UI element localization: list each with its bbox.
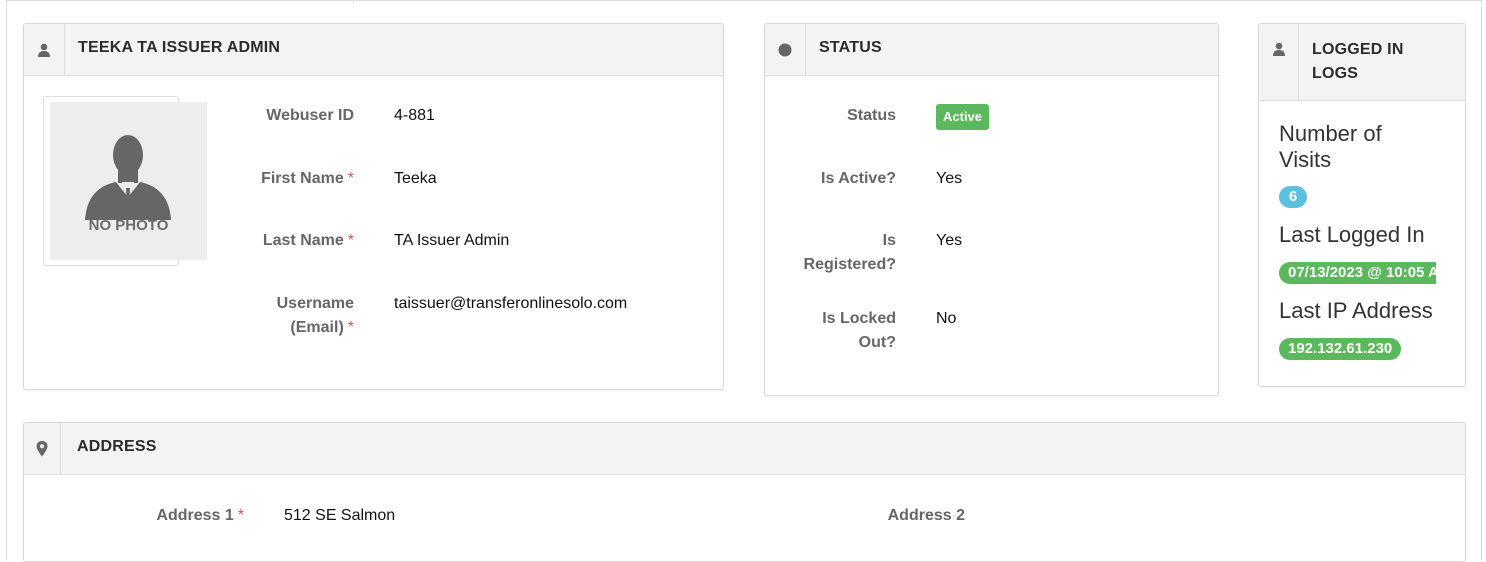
is-locked-label: Is Locked Out? bbox=[822, 310, 896, 351]
last-ip-badge: 192.132.61.230 bbox=[1279, 338, 1402, 360]
status-panel-header: STATUS bbox=[765, 24, 1218, 76]
username-value: taissuer@transferonlinesolo.com bbox=[394, 295, 628, 312]
logs-panel: LOGGED IN LOGS Number of Visits 6 Last L… bbox=[1258, 23, 1466, 387]
status-badge: Active bbox=[936, 104, 990, 130]
is-active-value: Yes bbox=[936, 170, 963, 187]
address-panel: ADDRESS Address 1 * 512 SE Salmon Address… bbox=[23, 422, 1466, 562]
last-logged-badge: 07/13/2023 @ 10:05 A bbox=[1279, 262, 1436, 284]
visits-count-badge: 6 bbox=[1279, 186, 1307, 208]
person-silhouette-icon bbox=[85, 135, 171, 220]
no-photo-label: NO PHOTO bbox=[88, 217, 169, 234]
webuser-id-label: Webuser ID bbox=[266, 107, 354, 124]
is-registered-label: Is Registered? bbox=[803, 232, 896, 273]
profile-header-icon-cell bbox=[24, 24, 65, 75]
profile-panel: TEEKA TA ISSUER ADMIN NO PHOTO Webuser I… bbox=[23, 23, 724, 390]
address2-label: Address 2 bbox=[887, 507, 965, 524]
address-panel-header: ADDRESS bbox=[24, 423, 1465, 475]
no-photo-placeholder: NO PHOTO bbox=[50, 102, 207, 260]
photo-frame: NO PHOTO bbox=[43, 96, 207, 266]
webuser-id-value: 4-881 bbox=[394, 107, 435, 124]
user-icon bbox=[38, 43, 50, 57]
status-header-icon-cell bbox=[765, 24, 806, 75]
logs-panel-header: LOGGED IN LOGS bbox=[1259, 24, 1465, 101]
status-label: Status bbox=[847, 107, 896, 124]
logs-title: LOGGED IN LOGS bbox=[1312, 41, 1404, 82]
last-logged-label: Last Logged In bbox=[1279, 222, 1425, 247]
status-title: STATUS bbox=[819, 39, 882, 56]
profile-panel-header: TEEKA TA ISSUER ADMIN bbox=[24, 24, 723, 76]
address1-label: Address 1 * bbox=[156, 507, 244, 524]
required-mark: * bbox=[237, 507, 244, 524]
last-name-label: Last Name * bbox=[262, 232, 354, 249]
last-ip-label: Last IP Address bbox=[1279, 298, 1433, 323]
user-icon bbox=[1272, 42, 1285, 56]
first-name-value: Teeka bbox=[394, 170, 437, 187]
is-locked-value: No bbox=[936, 310, 957, 327]
address-header-icon-cell bbox=[24, 423, 61, 474]
required-mark: * bbox=[347, 170, 354, 187]
required-mark: * bbox=[347, 319, 354, 336]
required-mark: * bbox=[347, 232, 354, 249]
last-name-value: TA Issuer Admin bbox=[394, 232, 510, 249]
tab-strip bbox=[7, 1, 354, 3]
logs-header-icon-cell bbox=[1259, 24, 1299, 100]
address-title: ADDRESS bbox=[77, 438, 157, 455]
circle-icon bbox=[778, 43, 792, 56]
visits-label: Number of Visits bbox=[1279, 121, 1382, 172]
profile-title: TEEKA TA ISSUER ADMIN bbox=[78, 39, 281, 56]
is-active-label: Is Active? bbox=[821, 170, 896, 187]
status-panel: STATUS Status Active Is Active? Yes Is R… bbox=[764, 23, 1219, 396]
is-registered-value: Yes bbox=[936, 232, 963, 249]
username-label: Username (Email) * bbox=[276, 295, 354, 336]
address1-value: 512 SE Salmon bbox=[284, 507, 396, 524]
map-marker-icon bbox=[36, 440, 48, 456]
first-name-label: First Name * bbox=[261, 170, 354, 187]
